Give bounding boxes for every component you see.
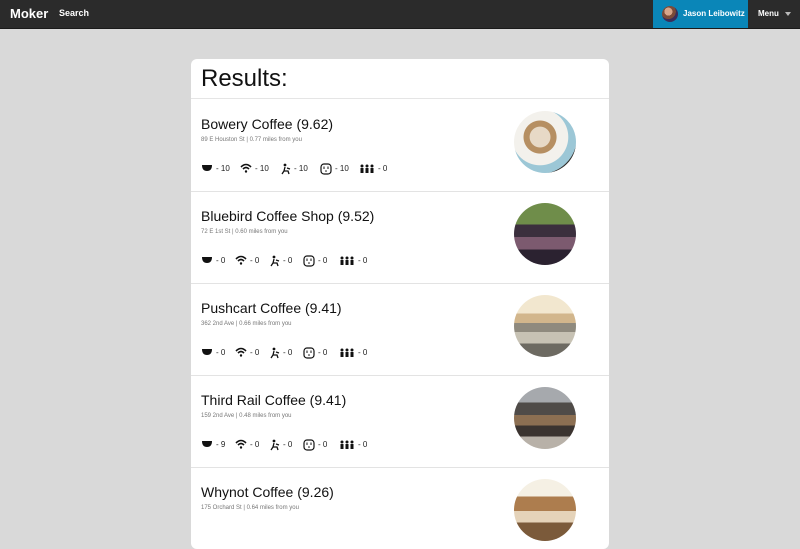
seating-icon (270, 439, 280, 451)
menu-dropdown[interactable]: Menu (748, 0, 800, 28)
wifi-icon (235, 255, 247, 265)
crowd-icon (340, 256, 354, 265)
coffee-value: - 9 (216, 440, 226, 449)
coffee-value: - 0 (216, 256, 226, 265)
wifi-icon (240, 163, 252, 173)
coffee-cup-icon (202, 441, 212, 447)
result-stats: - 10 - 10 - 10 - 10 - 0 (201, 162, 501, 176)
outlet-icon (320, 163, 332, 175)
page-title: Results: (201, 65, 288, 92)
seating-value: - 0 (283, 440, 293, 449)
coffee-cup-icon (202, 349, 212, 355)
result-address: 89 E Houston St | 0.77 miles from you (201, 137, 302, 143)
result-item[interactable]: Third Rail Coffee (9.41) 159 2nd Ave | 0… (191, 375, 609, 468)
crowd-value: - 0 (358, 440, 368, 449)
wifi-value: - 0 (250, 348, 260, 357)
crowd-value: - 0 (378, 164, 388, 173)
result-item[interactable]: Pushcart Coffee (9.41) 362 2nd Ave | 0.6… (191, 283, 609, 376)
result-photo[interactable] (514, 387, 576, 449)
seating-icon (270, 347, 280, 359)
result-name[interactable]: Whynot Coffee (9.26) (201, 484, 334, 500)
result-item[interactable]: Whynot Coffee (9.26) 175 Orchard St | 0.… (191, 467, 609, 549)
seating-value: - 10 (294, 164, 308, 173)
result-address: 175 Orchard St | 0.64 miles from you (201, 505, 299, 511)
result-item[interactable]: Bowery Coffee (9.62) 89 E Houston St | 0… (191, 99, 609, 192)
outlets-value: - 10 (335, 164, 349, 173)
result-photo[interactable] (514, 479, 576, 541)
wifi-value: - 0 (250, 256, 260, 265)
result-address: 159 2nd Ave | 0.48 miles from you (201, 413, 292, 419)
seating-icon (281, 163, 291, 175)
result-name[interactable]: Bluebird Coffee Shop (9.52) (201, 208, 374, 224)
result-item[interactable]: Bluebird Coffee Shop (9.52) 72 E 1st St … (191, 191, 609, 284)
result-name[interactable]: Pushcart Coffee (9.41) (201, 300, 342, 316)
result-photo[interactable] (514, 295, 576, 357)
coffee-cup-icon (202, 257, 212, 263)
outlets-value: - 0 (318, 440, 328, 449)
result-stats: - 0 - 0 - 0 - 0 - 0 (201, 254, 501, 268)
chevron-down-icon (785, 12, 791, 16)
result-name[interactable]: Third Rail Coffee (9.41) (201, 392, 346, 408)
outlet-icon (303, 347, 315, 359)
wifi-icon (235, 439, 247, 449)
result-address: 362 2nd Ave | 0.66 miles from you (201, 321, 292, 327)
result-photo[interactable] (514, 111, 576, 173)
coffee-value: - 0 (216, 348, 226, 357)
result-photo[interactable] (514, 203, 576, 265)
top-navbar: Moker Search Jason Leibowitz Menu (0, 0, 800, 29)
outlet-icon (303, 255, 315, 267)
crowd-icon (340, 348, 354, 357)
wifi-value: - 10 (255, 164, 269, 173)
user-name: Jason Leibowitz (683, 9, 745, 18)
result-stats: - 0 - 0 - 0 - 0 - 0 (201, 346, 501, 360)
avatar (662, 6, 678, 22)
outlet-icon (303, 439, 315, 451)
result-name[interactable]: Bowery Coffee (9.62) (201, 116, 333, 132)
user-account-button[interactable]: Jason Leibowitz (653, 0, 748, 28)
menu-label: Menu (758, 9, 779, 18)
brand-logo[interactable]: Moker (10, 6, 48, 21)
crowd-icon (340, 440, 354, 449)
results-panel: Results: Bowery Coffee (9.62) 89 E Houst… (191, 59, 609, 549)
coffee-cup-icon (202, 165, 212, 171)
seating-icon (270, 255, 280, 267)
crowd-value: - 0 (358, 256, 368, 265)
nav-search-link[interactable]: Search (59, 8, 89, 18)
result-stats: - 9 - 0 - 0 - 0 - 0 (201, 438, 501, 452)
wifi-icon (235, 347, 247, 357)
outlets-value: - 0 (318, 256, 328, 265)
seating-value: - 0 (283, 256, 293, 265)
outlets-value: - 0 (318, 348, 328, 357)
seating-value: - 0 (283, 348, 293, 357)
wifi-value: - 0 (250, 440, 260, 449)
crowd-value: - 0 (358, 348, 368, 357)
crowd-icon (360, 164, 374, 173)
coffee-value: - 10 (216, 164, 230, 173)
result-address: 72 E 1st St | 0.60 miles from you (201, 229, 288, 235)
